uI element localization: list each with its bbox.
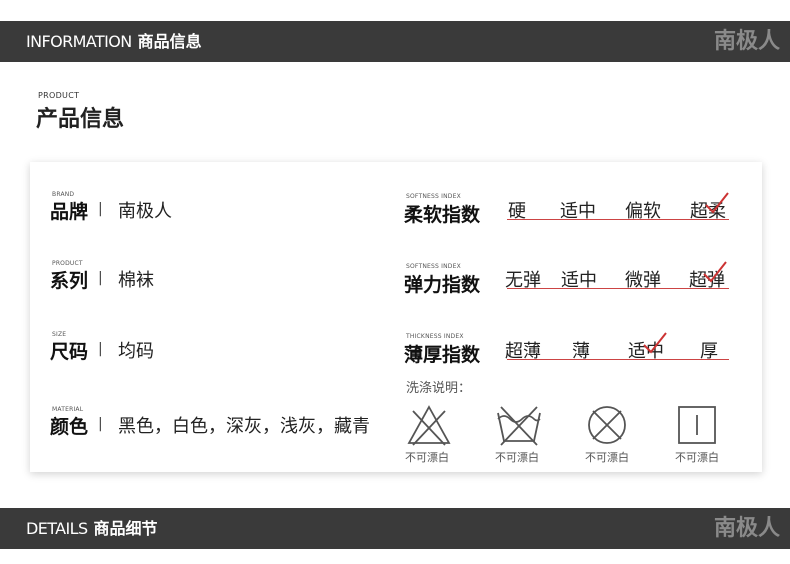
no-wash-icon: [497, 406, 541, 446]
thickness-scale: 超薄 薄 适中 厚: [505, 332, 729, 363]
info-header-title-en: INFORMATION: [26, 32, 132, 51]
wash-caption: 不可漂白: [405, 451, 449, 464]
section-label-en: PRODUCT: [38, 91, 80, 100]
wash-caption: 不可漂白: [675, 451, 719, 464]
section-title: 产品信息: [36, 107, 125, 132]
details-header-band: DETAILS 商品细节 南极人: [0, 508, 790, 549]
attr-separator: |: [98, 270, 103, 286]
info-header-title-cn: 商品信息: [137, 32, 202, 51]
scale-option: 微弹: [625, 270, 661, 291]
wash-caption: 不可漂白: [495, 451, 539, 464]
scale-option: 硬: [508, 201, 526, 222]
index-label-en: SOFTNESS INDEX: [406, 263, 461, 270]
washing-label: 洗涤说明：: [406, 381, 472, 396]
elasticity-scale: 无弹 适中 微弹 超弹: [505, 261, 729, 292]
scale-option: 无弹: [505, 270, 541, 291]
index-label: 薄厚指数: [404, 344, 481, 366]
wash-item: 不可漂白: [405, 403, 465, 467]
details-header-title-cn: 商品细节: [93, 519, 158, 538]
details-header-title: DETAILS 商品细节: [26, 508, 158, 549]
scale-option: 适中: [561, 270, 597, 291]
scale-option: 超薄: [505, 341, 541, 362]
index-label-en: THICKNESS INDEX: [406, 333, 464, 340]
attr-label: 品牌: [50, 201, 89, 223]
index-label: 弹力指数: [404, 274, 481, 296]
scale-option: 偏软: [625, 201, 661, 222]
check-mark-icon: [705, 192, 729, 214]
check-mark-icon: [643, 332, 667, 354]
attr-separator: |: [98, 201, 103, 217]
check-mark-icon: [703, 261, 727, 283]
attr-value: 棉袜: [118, 270, 154, 291]
scale-option: 适中: [560, 201, 596, 222]
no-tumble-dry-icon: [588, 406, 626, 444]
wash-caption: 不可漂白: [585, 451, 629, 464]
wash-item: 不可漂白: [675, 403, 735, 467]
wash-item: 不可漂白: [495, 403, 555, 467]
attr-separator: |: [98, 341, 103, 357]
attr-label: 尺码: [50, 341, 89, 363]
scale-option: 薄: [572, 341, 590, 362]
softness-scale: 硬 适中 偏软 超柔: [505, 192, 729, 223]
attr-label: 颜色: [50, 416, 89, 438]
scale-option: 厚: [700, 341, 718, 362]
attr-label: 系列: [50, 270, 89, 292]
attr-separator: |: [98, 416, 103, 432]
details-header-title-en: DETAILS: [26, 519, 88, 538]
attr-value: 黑色，白色，深灰，浅灰，藏青: [118, 416, 370, 437]
attr-value: 均码: [118, 341, 154, 362]
info-header-band: INFORMATION 商品信息 南极人: [0, 21, 790, 62]
brand-logo: 南极人: [713, 516, 780, 541]
index-label: 柔软指数: [404, 204, 481, 226]
no-bleach-icon: [407, 405, 451, 446]
brand-logo: 南极人: [713, 29, 780, 54]
info-header-title: INFORMATION 商品信息: [26, 21, 202, 62]
wash-item: 不可漂白: [585, 403, 645, 467]
index-label-en: SOFTNESS INDEX: [406, 193, 461, 200]
line-dry-icon: [678, 406, 716, 444]
attr-value: 南极人: [118, 201, 172, 222]
